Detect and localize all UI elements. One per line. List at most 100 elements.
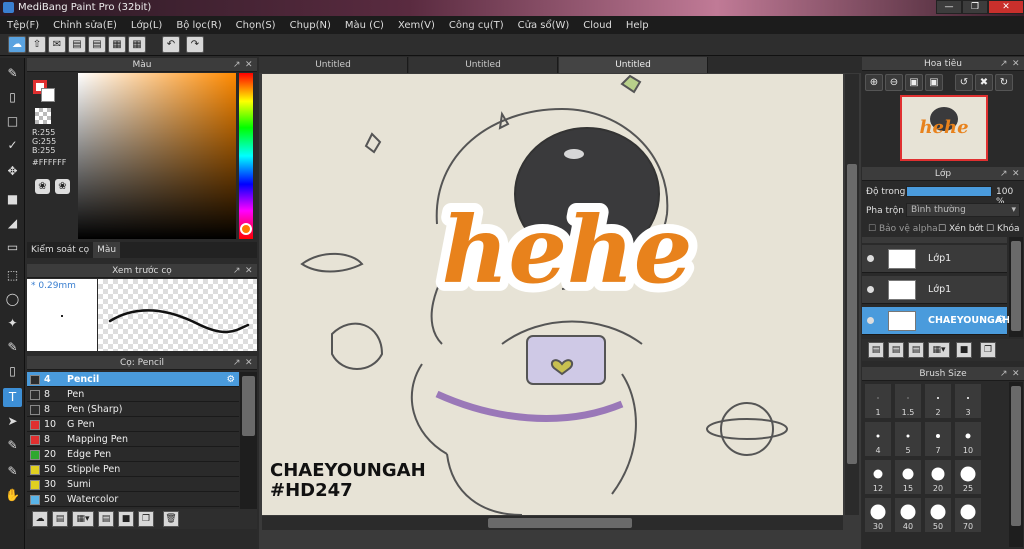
navigator-thumbnail[interactable]: hehe xyxy=(900,95,988,161)
menu-item-11[interactable]: Help xyxy=(619,20,656,31)
new-halftone-layer-icon[interactable]: ▤ xyxy=(888,342,904,358)
gallery-icon[interactable]: ▦ xyxy=(108,36,126,53)
select-eraser-tool-icon[interactable]: ▯ xyxy=(3,362,22,381)
brush-settings-icon[interactable]: ▤ xyxy=(98,511,114,527)
drawing-canvas[interactable]: hehe hehe CHAEYOUNGAH #HD247 xyxy=(262,74,843,515)
hue-knob[interactable] xyxy=(240,223,252,235)
gear-icon[interactable]: ⚙ xyxy=(996,314,1005,325)
menu-item-5[interactable]: Chụp(N) xyxy=(283,20,338,31)
brush-item[interactable]: 4 Pencil ⚙ xyxy=(27,372,239,387)
tab-document-3[interactable]: Untitled xyxy=(559,57,708,73)
menu-item-0[interactable]: Tệp(F) xyxy=(0,20,46,31)
comment-icon[interactable]: ✉ xyxy=(48,36,66,53)
brush-tool-icon[interactable]: ✎ xyxy=(3,64,22,83)
vertical-scroll-thumb[interactable] xyxy=(847,164,857,464)
close-panel-icon[interactable]: ✕ xyxy=(1012,367,1020,381)
reset-rotate-icon[interactable]: ✖ xyxy=(975,74,993,91)
menu-item-1[interactable]: Chỉnh sửa(E) xyxy=(46,20,124,31)
brush-size-cell[interactable]: 70 xyxy=(955,498,981,532)
menu-item-2[interactable]: Lớp(L) xyxy=(124,20,169,31)
brush-size-cell[interactable]: 3 xyxy=(955,384,981,418)
rotate-left-icon[interactable]: ↺ xyxy=(955,74,973,91)
lasso-tool-icon[interactable]: ◯ xyxy=(3,290,22,309)
close-panel-icon[interactable]: ✕ xyxy=(245,264,253,278)
brush-item[interactable]: 30 Sumi xyxy=(27,477,239,492)
folder-icon[interactable]: ■ xyxy=(118,511,134,527)
maximize-button[interactable]: ❐ xyxy=(962,0,988,14)
menu-item-4[interactable]: Chọn(S) xyxy=(229,20,283,31)
layer-row[interactable]: Lớp1 xyxy=(862,245,1007,273)
palette-icon[interactable]: ❀ xyxy=(35,179,50,194)
detach-icon[interactable]: ↗ xyxy=(233,58,241,72)
pen-select-tool-icon[interactable]: ✓ xyxy=(3,136,22,155)
brush-size-cell[interactable]: 1.5 xyxy=(895,384,921,418)
canvas-vertical-scrollbar[interactable] xyxy=(845,74,859,515)
brush-list-scrollbar[interactable] xyxy=(240,372,257,509)
brush-item[interactable]: 10 G Pen xyxy=(27,417,239,432)
menu-item-10[interactable]: Cloud xyxy=(576,20,619,31)
fill-rect-tool-icon[interactable]: ■ xyxy=(3,190,22,209)
transparent-swatch[interactable] xyxy=(35,108,51,124)
brush-size-cell[interactable]: 2 xyxy=(925,384,951,418)
brush-size-scroll-thumb[interactable] xyxy=(1011,386,1021,526)
zoom-in-icon[interactable]: ⊕ xyxy=(865,74,883,91)
tab-document-2[interactable]: Untitled xyxy=(409,57,558,73)
select-pen-tool-icon[interactable]: ✎ xyxy=(3,338,22,357)
scroll-thumb[interactable] xyxy=(242,376,255,436)
brush-item[interactable]: 50 Stipple Pen xyxy=(27,462,239,477)
cloud-icon[interactable]: ☁ xyxy=(8,36,26,53)
detach-icon[interactable]: ↗ xyxy=(1000,57,1008,71)
select-rect-tool-icon[interactable]: ⬚ xyxy=(3,266,22,285)
hand-tool-icon[interactable]: ✋ xyxy=(3,486,22,505)
horizontal-scroll-thumb[interactable] xyxy=(488,518,632,528)
clipping-checkbox[interactable]: ☐ Xén bớt xyxy=(938,224,984,234)
canvas-horizontal-scrollbar[interactable] xyxy=(262,516,843,530)
bucket-tool-icon[interactable]: ◢ xyxy=(3,214,22,233)
layer-row[interactable]: Lớp1 xyxy=(862,276,1007,304)
close-panel-icon[interactable]: ✕ xyxy=(1012,167,1020,181)
brush-size-cell[interactable]: 20 xyxy=(925,460,951,494)
text-tool-icon[interactable]: T xyxy=(3,388,22,407)
layer-folder-icon[interactable]: ■ xyxy=(956,342,972,358)
brush-size-cell[interactable]: 12 xyxy=(865,460,891,494)
add-brush-icon[interactable]: ▦▾ xyxy=(72,511,94,527)
menu-item-8[interactable]: Công cụ(T) xyxy=(442,20,511,31)
brush-item[interactable]: 8 Pen xyxy=(27,387,239,402)
detach-icon[interactable]: ↗ xyxy=(233,356,241,370)
gradient-tool-icon[interactable]: ▭ xyxy=(3,238,22,257)
new-8bit-layer-icon[interactable]: ▤ xyxy=(908,342,924,358)
brush-size-scrollbar[interactable] xyxy=(1009,382,1023,547)
layer-row[interactable]: CHAEYOUNGAH ⚙ xyxy=(862,307,1010,335)
detach-icon[interactable]: ↗ xyxy=(1000,167,1008,181)
brush-size-cell[interactable]: 10 xyxy=(955,422,981,456)
fit-icon[interactable]: ▣ xyxy=(905,74,923,91)
secondary-color-swatch[interactable] xyxy=(41,88,55,102)
brush-item[interactable]: 8 Pen (Sharp) xyxy=(27,402,239,417)
menu-item-3[interactable]: Bộ lọc(R) xyxy=(169,20,228,31)
eraser-tool-icon[interactable]: ▯ xyxy=(3,88,22,107)
protect-alpha-checkbox[interactable]: ☐ Bảo vệ alpha xyxy=(868,224,938,234)
brush-size-cell[interactable]: 15 xyxy=(895,460,921,494)
tab-brush-control[interactable]: Kiểm soát cọ xyxy=(27,242,93,258)
brush-item[interactable]: 20 Edge Pen xyxy=(27,447,239,462)
add-layer-menu-icon[interactable]: ▦▾ xyxy=(928,342,950,358)
blend-mode-select[interactable]: Bình thường ▾ xyxy=(906,203,1020,217)
duplicate-icon[interactable]: ❐ xyxy=(138,511,154,527)
brush-size-cell[interactable]: 1 xyxy=(865,384,891,418)
cloud-brush-icon[interactable]: ☁ xyxy=(32,511,48,527)
detach-icon[interactable]: ↗ xyxy=(233,264,241,278)
rotate-right-icon[interactable]: ↻ xyxy=(995,74,1013,91)
brush-size-cell[interactable]: 30 xyxy=(865,498,891,532)
saturation-value-picker[interactable] xyxy=(78,73,236,239)
eye-icon[interactable] xyxy=(867,286,874,293)
redo-icon[interactable]: ↷ xyxy=(186,36,204,53)
close-panel-icon[interactable]: ✕ xyxy=(245,356,253,370)
move-tool-icon[interactable]: ✥ xyxy=(3,162,22,181)
zoom-out-icon[interactable]: ⊖ xyxy=(885,74,903,91)
duplicate-layer-icon[interactable]: ❐ xyxy=(980,342,996,358)
eye-icon[interactable] xyxy=(867,317,874,324)
close-panel-icon[interactable]: ✕ xyxy=(245,58,253,72)
page-icon[interactable]: ▤ xyxy=(68,36,86,53)
eye-icon[interactable] xyxy=(867,255,874,262)
brush-item[interactable]: 50 Watercolor xyxy=(27,492,239,507)
